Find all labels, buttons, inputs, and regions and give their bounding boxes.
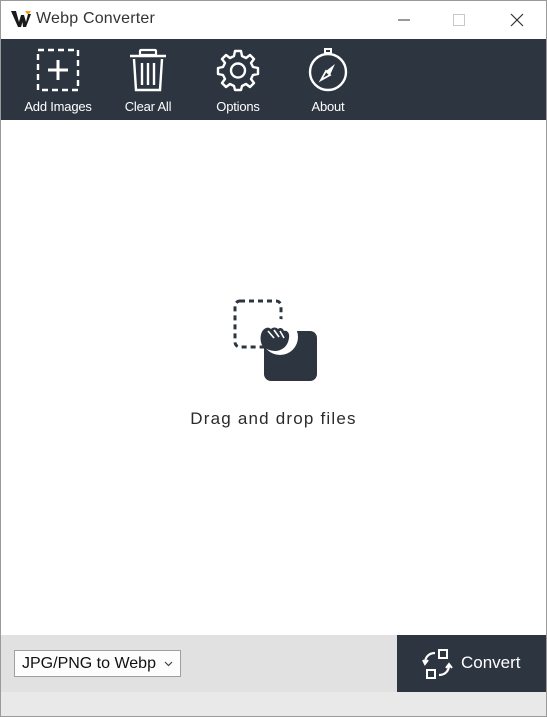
toolbar: Add Images Clear All Options About — [1, 39, 546, 120]
chevron-down-icon — [164, 661, 173, 667]
options-button[interactable]: Options — [197, 39, 279, 120]
minimize-icon — [398, 19, 410, 21]
convert-button[interactable]: Convert — [397, 635, 546, 692]
app-window: Webp Converter Add Images Clear All Opti… — [0, 0, 547, 717]
maximize-button[interactable] — [436, 1, 482, 39]
minimize-button[interactable] — [381, 1, 427, 39]
add-images-button[interactable]: Add Images — [17, 39, 99, 120]
about-label: About — [311, 99, 345, 114]
status-strip — [1, 692, 546, 716]
compass-icon — [308, 48, 348, 92]
about-button[interactable]: About — [287, 39, 369, 120]
conversion-mode-value: JPG/PNG to Webp — [22, 654, 156, 672]
maximize-icon — [453, 14, 465, 26]
title-bar[interactable]: Webp Converter — [1, 1, 546, 39]
gear-icon — [216, 49, 260, 92]
drop-message: Drag and drop files — [190, 409, 357, 428]
app-logo-icon — [11, 11, 31, 27]
convert-label: Convert — [461, 653, 521, 672]
drag-drop-icon — [233, 299, 317, 381]
options-label: Options — [216, 99, 260, 114]
close-icon — [510, 13, 524, 27]
drop-zone[interactable]: Drag and drop files — [1, 120, 546, 635]
conversion-mode-select[interactable]: JPG/PNG to Webp — [14, 650, 181, 677]
add-image-icon — [36, 48, 80, 92]
clear-all-label: Clear All — [124, 99, 172, 114]
close-button[interactable] — [494, 1, 540, 39]
clear-all-button[interactable]: Clear All — [107, 39, 189, 120]
add-images-label: Add Images — [24, 99, 92, 114]
footer-bar: JPG/PNG to Webp Convert — [1, 635, 546, 692]
convert-icon — [422, 649, 453, 679]
window-title: Webp Converter — [36, 10, 156, 27]
trash-icon — [130, 48, 166, 92]
